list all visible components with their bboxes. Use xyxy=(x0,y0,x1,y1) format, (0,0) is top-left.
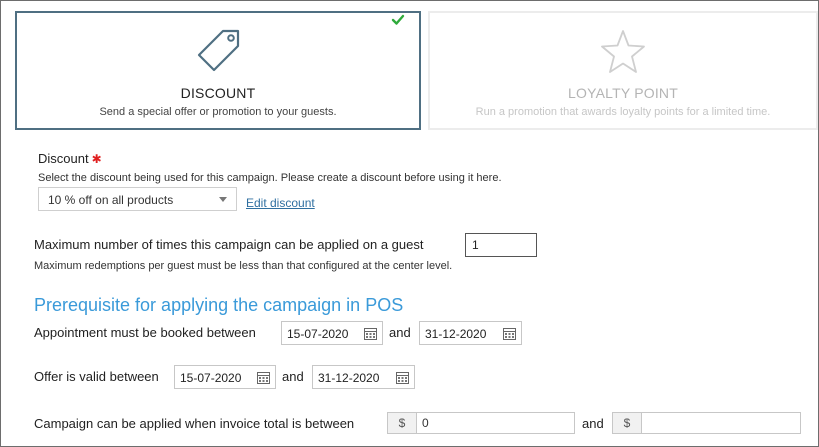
offer-to-value: 31-12-2020 xyxy=(318,371,380,385)
loyalty-card-description: Run a promotion that awards loyalty poin… xyxy=(475,106,771,118)
max-per-guest-hint: Maximum redemptions per guest must be le… xyxy=(34,260,453,272)
invoice-max-field[interactable]: $ xyxy=(612,412,801,434)
discount-label-text: Discount xyxy=(38,151,89,166)
discount-card-title: DISCOUNT xyxy=(180,85,256,101)
calendar-icon[interactable] xyxy=(396,371,409,384)
invoice-min-input[interactable] xyxy=(422,413,574,433)
discount-hint: Select the discount being used for this … xyxy=(38,172,502,184)
dollar-icon: $ xyxy=(613,413,642,433)
calendar-icon[interactable] xyxy=(364,327,377,340)
max-per-guest-input[interactable] xyxy=(465,233,537,257)
offer-from-value: 15-07-2020 xyxy=(180,371,242,385)
dollar-icon: $ xyxy=(388,413,417,433)
appointment-from-date[interactable]: 15-07-2020 xyxy=(281,321,383,345)
discount-select[interactable]: 10 % off on all products xyxy=(38,187,237,211)
offer-from-date[interactable]: 15-07-2020 xyxy=(174,365,276,389)
invoice-min-field[interactable]: $ xyxy=(387,412,575,434)
calendar-icon[interactable] xyxy=(257,371,270,384)
appointment-to-date[interactable]: 31-12-2020 xyxy=(419,321,522,345)
invoice-range-label: Campaign can be applied when invoice tot… xyxy=(34,416,355,431)
edit-discount-link[interactable]: Edit discount xyxy=(246,196,315,210)
check-icon xyxy=(391,14,405,25)
invoice-and-label: and xyxy=(582,416,604,431)
invoice-max-input[interactable] xyxy=(647,413,800,433)
discount-label: Discount ✱ xyxy=(38,151,102,166)
discount-card-description: Send a special offer or promotion to you… xyxy=(99,106,337,118)
star-icon xyxy=(601,30,645,73)
offer-to-date[interactable]: 31-12-2020 xyxy=(312,365,415,389)
appointment-to-value: 31-12-2020 xyxy=(425,327,487,341)
appointment-range-label: Appointment must be booked between xyxy=(34,325,256,340)
discount-select-value: 10 % off on all products xyxy=(48,193,174,207)
offer-and-label: and xyxy=(282,369,304,384)
calendar-icon[interactable] xyxy=(503,327,516,340)
required-asterisk-icon: ✱ xyxy=(91,152,102,166)
discount-card[interactable]: DISCOUNT Send a special offer or promoti… xyxy=(15,11,421,130)
max-per-guest-label: Maximum number of times this campaign ca… xyxy=(34,237,424,252)
loyalty-point-card[interactable]: LOYALTY POINT Run a promotion that award… xyxy=(428,11,818,130)
prerequisite-section-title: Prerequisite for applying the campaign i… xyxy=(34,295,404,315)
appointment-and-label: and xyxy=(389,325,411,340)
chevron-down-icon xyxy=(219,197,227,202)
tag-icon xyxy=(197,29,240,72)
appointment-from-value: 15-07-2020 xyxy=(287,327,349,341)
loyalty-card-title: LOYALTY POINT xyxy=(568,85,678,101)
offer-valid-label: Offer is valid between xyxy=(34,369,159,384)
